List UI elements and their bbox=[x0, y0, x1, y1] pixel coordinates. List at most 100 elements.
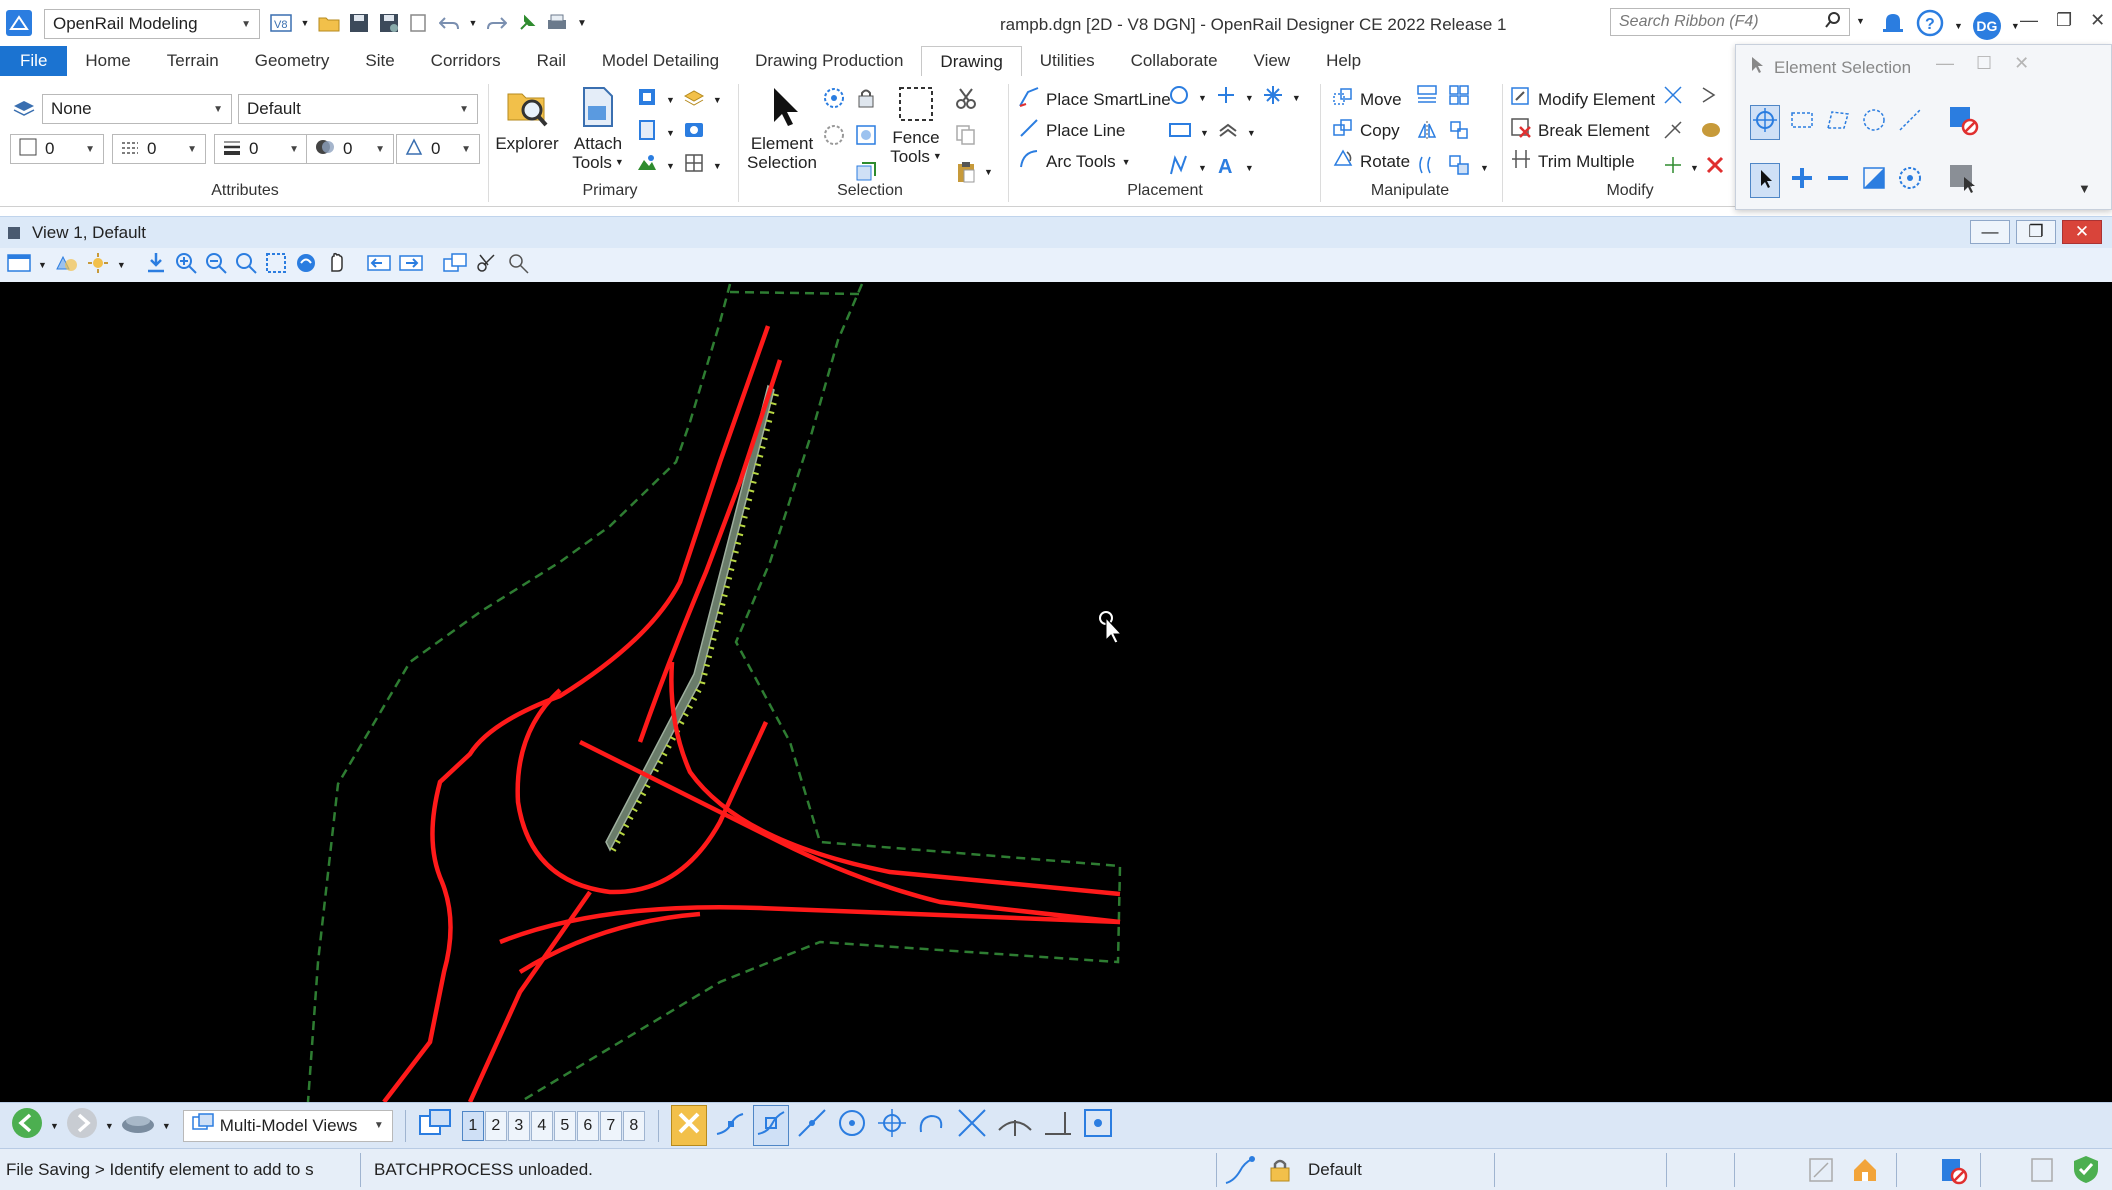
v8-icon[interactable]: V8 bbox=[270, 12, 292, 34]
cut-icon[interactable] bbox=[954, 86, 1004, 115]
chevron-down-icon[interactable]: ▼ bbox=[1198, 93, 1207, 103]
chevron-down-icon[interactable]: ▼ bbox=[38, 260, 47, 270]
chevron-down-icon[interactable]: ▼ bbox=[666, 95, 675, 105]
subtract-mode-icon[interactable] bbox=[1824, 164, 1852, 197]
place-line-button[interactable]: Place Line bbox=[1018, 117, 1125, 144]
chevron-down-icon[interactable]: ▼ bbox=[666, 128, 675, 138]
shape-method-icon[interactable] bbox=[1824, 106, 1852, 139]
chevron-down-icon[interactable]: ▼ bbox=[713, 161, 722, 171]
chevron-down-icon[interactable]: ▼ bbox=[984, 167, 993, 177]
fence-tools-button[interactable]: Fence Tools ▼ bbox=[880, 84, 952, 166]
trim-icon[interactable] bbox=[1662, 154, 1684, 181]
scale-icon[interactable] bbox=[1416, 84, 1438, 111]
mirror-icon[interactable] bbox=[1416, 119, 1438, 146]
view-previous-icon[interactable] bbox=[366, 251, 392, 280]
nearest-snap-icon[interactable] bbox=[752, 1105, 789, 1146]
clear-mode-icon[interactable] bbox=[1896, 164, 1924, 197]
chevron-down-icon[interactable]: ▼ bbox=[1200, 128, 1209, 138]
chevron-down-icon[interactable]: ▼ bbox=[1245, 163, 1254, 173]
origin-snap-icon[interactable] bbox=[875, 1106, 909, 1145]
view-6-button[interactable]: 6 bbox=[576, 1110, 599, 1141]
modify-element-button[interactable]: Modify Element bbox=[1510, 86, 1655, 113]
display-icon[interactable] bbox=[683, 119, 705, 146]
forward-icon[interactable] bbox=[65, 1106, 99, 1145]
redo-icon[interactable] bbox=[486, 12, 508, 34]
trim-multiple-button[interactable]: Trim Multiple bbox=[1510, 148, 1635, 175]
view-settings-icon[interactable] bbox=[506, 251, 532, 280]
view-3-button[interactable]: 3 bbox=[507, 1110, 530, 1141]
user-avatar[interactable]: DG bbox=[1972, 11, 2001, 40]
search-icon[interactable] bbox=[1825, 11, 1841, 33]
select-all-panel-icon[interactable] bbox=[1946, 161, 1980, 200]
weight-dropdown[interactable]: 0 ▼ bbox=[214, 134, 308, 164]
tab-home[interactable]: Home bbox=[67, 46, 148, 76]
search-ribbon-input[interactable]: Search Ribbon (F4) bbox=[1610, 8, 1850, 36]
saved-views-icon[interactable] bbox=[120, 1110, 156, 1141]
clip-volume-icon[interactable] bbox=[474, 251, 500, 280]
drawing-canvas[interactable] bbox=[0, 282, 2112, 1104]
pattern-icon[interactable] bbox=[1217, 119, 1239, 146]
circle-method-icon[interactable] bbox=[1860, 106, 1888, 139]
add-mode-icon[interactable] bbox=[1788, 164, 1816, 197]
place-smartline-button[interactable]: Place SmartLine bbox=[1018, 86, 1171, 113]
tab-model-detailing[interactable]: Model Detailing bbox=[584, 46, 737, 76]
individual-method-icon[interactable] bbox=[1750, 105, 1780, 140]
select-all-icon[interactable] bbox=[822, 86, 846, 115]
chevron-down-icon[interactable]: ▼ bbox=[1245, 93, 1254, 103]
chevron-down-icon[interactable]: ▼ bbox=[1856, 16, 1865, 26]
text-icon[interactable]: A bbox=[1215, 154, 1237, 181]
digital-rights-icon[interactable] bbox=[2028, 1155, 2056, 1190]
block-method-icon[interactable] bbox=[1788, 106, 1816, 139]
view-groups-icon[interactable] bbox=[418, 1108, 452, 1143]
chevron-down-icon[interactable]: ▼ bbox=[1480, 163, 1489, 173]
rotate-button[interactable]: Rotate bbox=[1332, 148, 1410, 175]
tab-collaborate[interactable]: Collaborate bbox=[1113, 46, 1236, 76]
update-view-icon[interactable] bbox=[144, 251, 168, 280]
chevron-down-icon[interactable]: ▼ bbox=[50, 1121, 59, 1131]
array-icon[interactable] bbox=[1448, 84, 1470, 111]
level-dropdown[interactable]: None ▼ bbox=[42, 94, 232, 124]
view-7-button[interactable]: 7 bbox=[599, 1110, 622, 1141]
view-minimize-icon[interactable]: — bbox=[1970, 220, 2010, 244]
save-icon[interactable] bbox=[348, 12, 370, 34]
view-4-button[interactable]: 4 bbox=[530, 1110, 553, 1141]
line-style-dropdown[interactable]: 0 ▼ bbox=[112, 134, 206, 164]
view-2-button[interactable]: 2 bbox=[484, 1110, 507, 1141]
window-area-icon[interactable] bbox=[234, 251, 258, 280]
accudraw-icon[interactable] bbox=[1081, 1106, 1115, 1145]
app-logo-icon[interactable] bbox=[6, 10, 32, 36]
sync-status-icon[interactable] bbox=[1938, 1155, 1968, 1190]
design-history-icon[interactable] bbox=[1806, 1155, 1836, 1190]
display-style-icon[interactable] bbox=[53, 251, 79, 280]
color-dropdown[interactable]: 0 ▼ bbox=[10, 134, 104, 164]
help-icon[interactable]: ? bbox=[1916, 9, 1944, 42]
new-mode-icon[interactable] bbox=[1750, 163, 1780, 198]
chevron-down-icon[interactable]: ▼ bbox=[162, 1121, 171, 1131]
tab-file[interactable]: File bbox=[0, 46, 68, 76]
view-next-icon[interactable] bbox=[398, 251, 424, 280]
tab-help[interactable]: Help bbox=[1308, 46, 1379, 76]
transparency-dropdown[interactable]: 0 ▼ bbox=[306, 134, 394, 164]
lock-icon[interactable] bbox=[854, 86, 878, 115]
priority-dropdown[interactable]: 0 ▼ bbox=[396, 134, 480, 164]
zoom-in-icon[interactable] bbox=[174, 251, 198, 280]
maximize-icon[interactable]: ☐ bbox=[1976, 53, 1992, 74]
undo-icon[interactable] bbox=[438, 12, 460, 34]
pin-icon[interactable] bbox=[516, 12, 538, 34]
chevron-down-icon[interactable]: ▼ bbox=[713, 95, 722, 105]
open-folder-icon[interactable] bbox=[318, 12, 340, 34]
chevron-down-icon[interactable]: ▼ bbox=[117, 260, 126, 270]
parallel-snap-icon[interactable] bbox=[1041, 1106, 1075, 1145]
cell-icon[interactable] bbox=[1262, 84, 1284, 111]
view-1-button[interactable]: 1 bbox=[461, 1110, 484, 1141]
copy-button[interactable]: Copy bbox=[1332, 117, 1400, 144]
center-snap-icon[interactable] bbox=[835, 1106, 869, 1145]
chevron-down-icon[interactable]: ▼ bbox=[1198, 163, 1207, 173]
save-settings-icon[interactable] bbox=[378, 12, 400, 34]
point-icon[interactable] bbox=[1215, 84, 1237, 111]
chevron-down-icon[interactable]: ▼ bbox=[1292, 93, 1301, 103]
rotate-view-icon[interactable] bbox=[294, 251, 318, 280]
accusnap-status-icon[interactable] bbox=[1222, 1155, 1256, 1190]
perpendicular-snap-icon[interactable] bbox=[995, 1106, 1035, 1145]
view-mode-dropdown[interactable]: Multi-Model Views ▼ bbox=[182, 1109, 393, 1142]
